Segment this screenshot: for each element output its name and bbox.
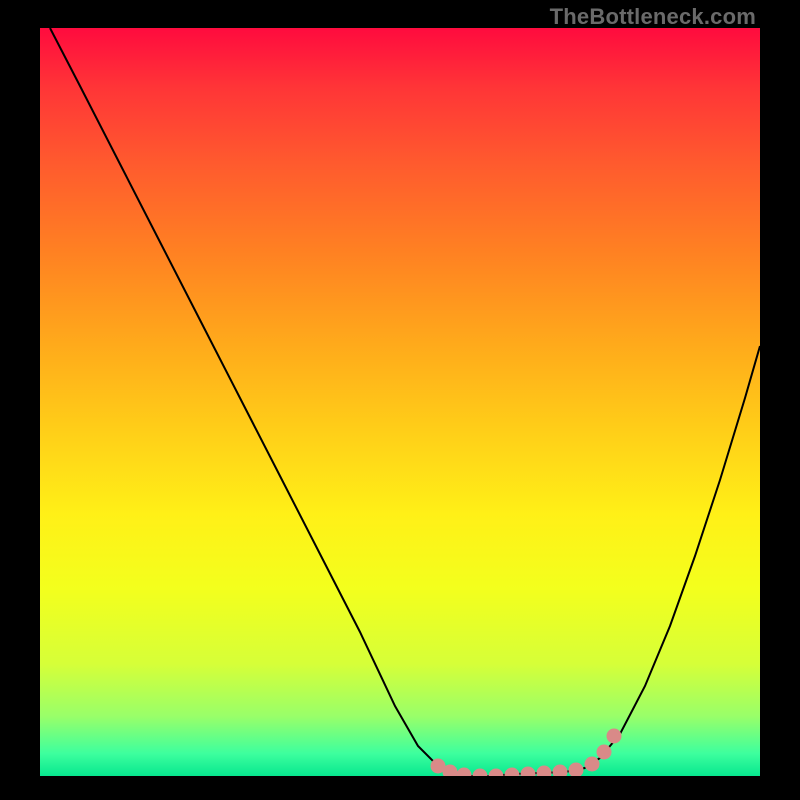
watermark-label: TheBottleneck.com	[550, 4, 756, 30]
marker-dot	[537, 766, 552, 777]
plot-area	[40, 28, 760, 776]
marker-dot	[553, 765, 568, 777]
curve-layer	[40, 28, 760, 776]
marker-dot	[505, 768, 520, 777]
left-curve	[50, 28, 458, 774]
marker-dot	[457, 768, 472, 777]
marker-dot	[569, 763, 584, 777]
marker-dot	[489, 769, 504, 777]
bottom-markers	[431, 729, 622, 777]
marker-dot	[521, 767, 536, 777]
marker-dot	[607, 729, 622, 744]
right-curve	[585, 346, 760, 768]
chart-frame: TheBottleneck.com	[0, 0, 800, 800]
marker-dot	[597, 745, 612, 760]
marker-dot	[473, 769, 488, 777]
marker-dot	[585, 757, 600, 772]
